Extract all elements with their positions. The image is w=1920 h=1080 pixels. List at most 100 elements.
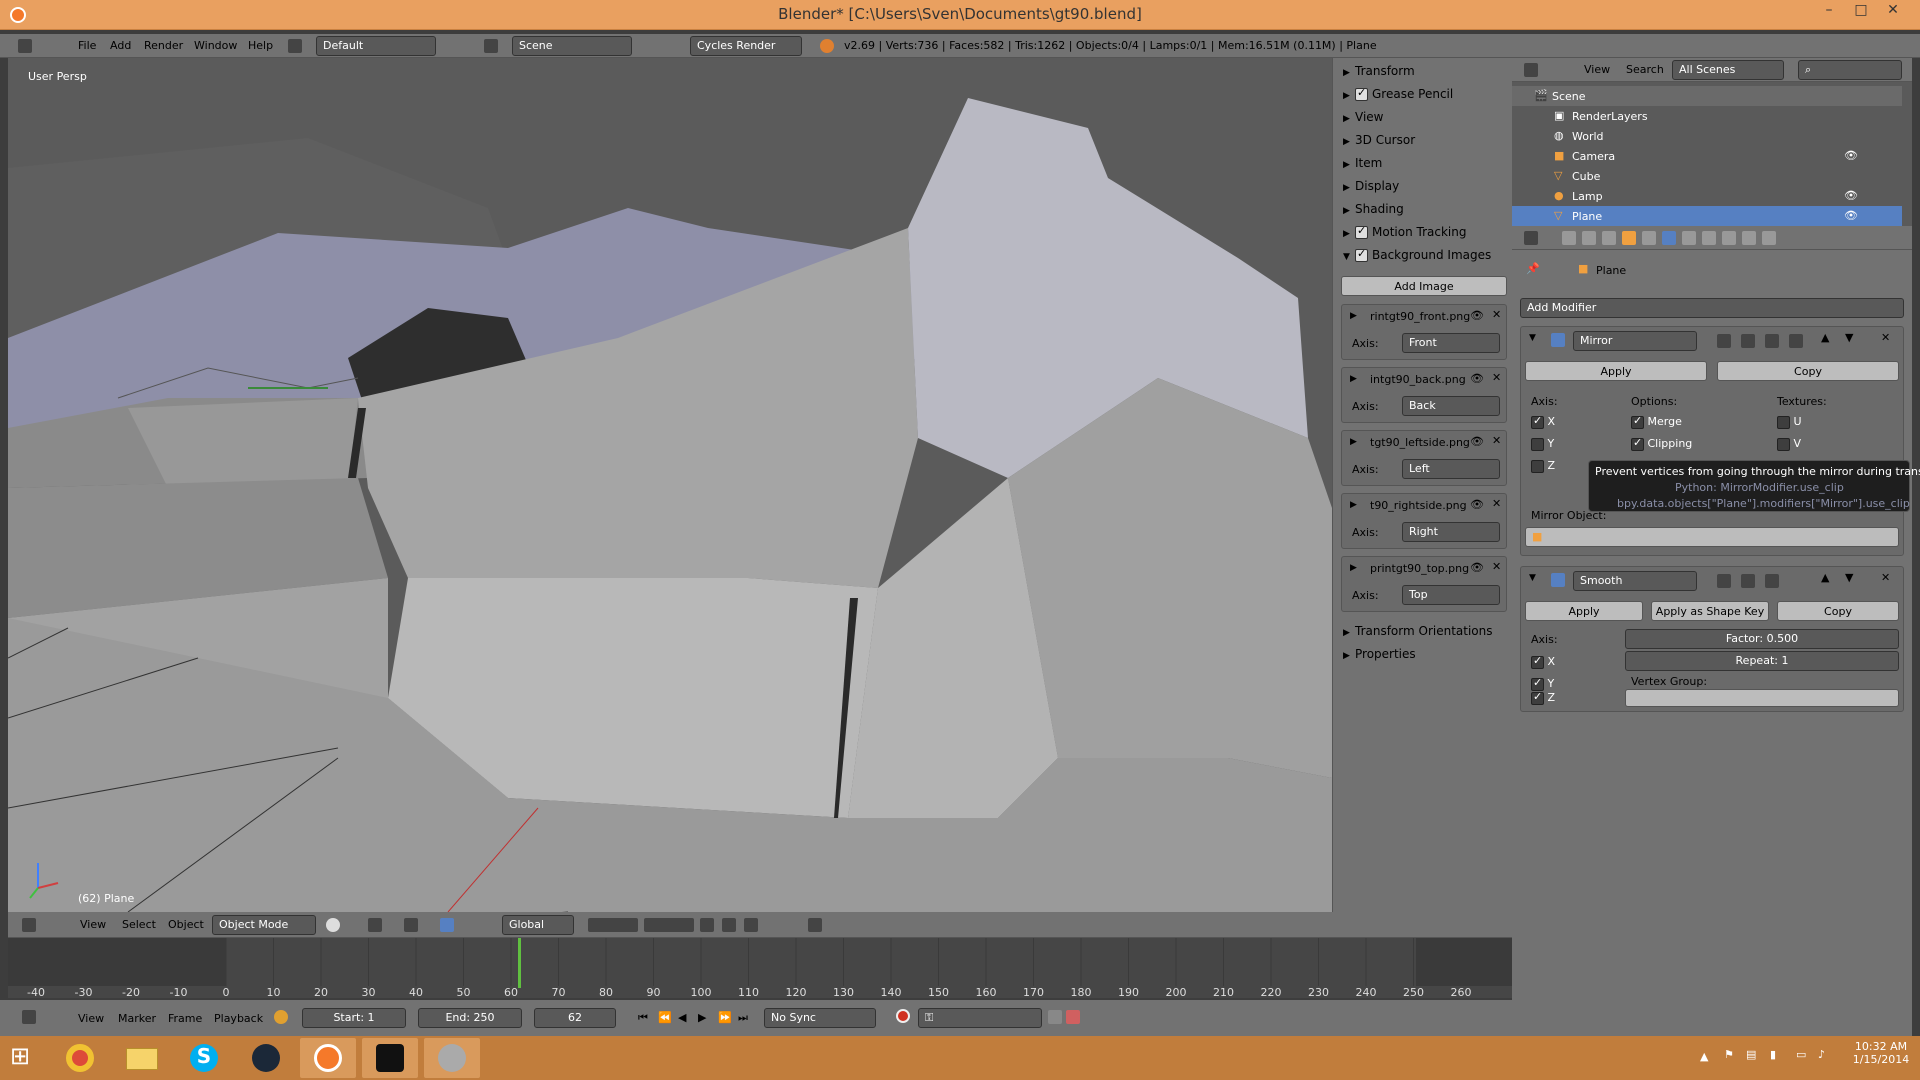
outliner-filter-select[interactable]: All Scenes	[1672, 60, 1784, 80]
expand-arrow-icon[interactable]: ▶	[1350, 500, 1357, 510]
file-explorer-icon[interactable]	[114, 1038, 170, 1078]
snap-icon[interactable]	[744, 918, 758, 932]
render-toggle-icon[interactable]	[1717, 574, 1731, 588]
layout-icon[interactable]	[288, 39, 302, 53]
axis-x-checkbox[interactable]: X	[1531, 414, 1555, 429]
object-tab-icon[interactable]	[1622, 231, 1636, 245]
outliner-search-menu[interactable]: Search	[1626, 63, 1664, 76]
app-taskbar-icon[interactable]	[424, 1038, 480, 1078]
flag-icon[interactable]: ⚑	[1724, 1048, 1734, 1061]
repeat-slider[interactable]: Repeat: 1	[1625, 651, 1899, 671]
outliner-item-lamp[interactable]: ● Lamp 👁	[1512, 186, 1902, 206]
pin-icon[interactable]: 📌	[1526, 262, 1540, 275]
texture-u-checkbox[interactable]: U	[1777, 415, 1802, 429]
record-icon[interactable]	[896, 1009, 910, 1023]
remove-modifier-icon[interactable]: ✕	[1881, 331, 1890, 344]
end-frame-field[interactable]: End: 250	[418, 1008, 522, 1028]
physics-tab-icon[interactable]	[1762, 231, 1776, 245]
axis-select[interactable]: Top	[1402, 585, 1500, 605]
outliner-item-world[interactable]: ◍ World	[1512, 126, 1902, 146]
jump-keyframe-back-icon[interactable]: ⏪	[658, 1011, 672, 1024]
layout-field[interactable]: Default	[316, 36, 436, 56]
scene-icon[interactable]	[484, 39, 498, 53]
clock[interactable]: 10:32 AM 1/15/2014	[1848, 1040, 1914, 1066]
app-taskbar-icon[interactable]	[362, 1038, 418, 1078]
layers-icon[interactable]	[644, 918, 694, 932]
panel-item[interactable]: ▶ Item	[1343, 156, 1509, 176]
preview-range-icon[interactable]	[274, 1010, 288, 1024]
viewport-toggle-icon[interactable]	[1741, 574, 1755, 588]
panel-transform[interactable]: ▶ Transform	[1343, 64, 1509, 84]
steam-icon[interactable]	[238, 1038, 294, 1078]
menu-render[interactable]: Render	[144, 39, 183, 52]
jump-keyframe-forward-icon[interactable]: ⏩	[718, 1011, 732, 1024]
playback-menu[interactable]: Playback	[214, 1012, 263, 1025]
select-menu[interactable]: Select	[122, 918, 156, 931]
chrome-icon[interactable]	[52, 1038, 108, 1078]
object-menu[interactable]: Object	[168, 918, 204, 931]
move-up-icon[interactable]: ▲	[1821, 571, 1829, 584]
delete-keyframe-icon[interactable]	[1066, 1010, 1080, 1024]
move-down-icon[interactable]: ▼	[1845, 571, 1853, 584]
blender-taskbar-icon[interactable]	[300, 1038, 356, 1078]
eye-icon[interactable]: 👁	[1470, 372, 1484, 385]
render-toggle-icon[interactable]	[1717, 334, 1731, 348]
eye-icon[interactable]: 👁	[1470, 561, 1484, 574]
eye-icon[interactable]: 👁	[1844, 189, 1858, 202]
eye-icon[interactable]: 👁	[1470, 309, 1484, 322]
axis-z-checkbox[interactable]: Z	[1531, 690, 1555, 705]
orientation-select[interactable]: Global	[502, 915, 574, 935]
panel-transform-orientations[interactable]: ▶ Transform Orientations	[1343, 624, 1509, 644]
texture-v-checkbox[interactable]: V	[1777, 437, 1801, 451]
collapse-arrow-icon[interactable]: ▼	[1529, 573, 1536, 583]
expand-arrow-icon[interactable]: ▶	[1350, 437, 1357, 447]
timeline[interactable]: -40 -30 -20 -10 0 10 20 30 40 50 60 70 80 90 100 110 120…	[8, 938, 1512, 998]
outliner-view-menu[interactable]: View	[1584, 63, 1610, 76]
axis-y-checkbox[interactable]: Y	[1531, 676, 1554, 691]
axis-x-checkbox[interactable]: X	[1531, 654, 1555, 669]
remove-icon[interactable]: ✕	[1492, 497, 1501, 510]
render-engine-select[interactable]: Cycles Render	[690, 36, 802, 56]
insert-keyframe-icon[interactable]	[1048, 1010, 1062, 1024]
cage-toggle-icon[interactable]	[1789, 334, 1803, 348]
editmode-toggle-icon[interactable]	[1765, 334, 1779, 348]
move-up-icon[interactable]: ▲	[1821, 331, 1829, 344]
mirror-apply-button[interactable]: Apply	[1525, 361, 1707, 381]
maximize-button[interactable]: □	[1846, 2, 1876, 22]
collapse-arrow-icon[interactable]: ▼	[1529, 333, 1536, 343]
eye-icon[interactable]: 👁	[1844, 149, 1858, 162]
axis-select[interactable]: Back	[1402, 396, 1500, 416]
data-tab-icon[interactable]	[1682, 231, 1696, 245]
volume-icon[interactable]: ♪	[1818, 1048, 1825, 1061]
panel-properties[interactable]: ▶ Properties	[1343, 647, 1509, 667]
remove-modifier-icon[interactable]: ✕	[1881, 571, 1890, 584]
marker-menu[interactable]: Marker	[118, 1012, 156, 1025]
scene-tab-icon[interactable]	[1582, 231, 1596, 245]
texture-tab-icon[interactable]	[1722, 231, 1736, 245]
mirror-name-field[interactable]: Mirror	[1573, 331, 1697, 351]
shading-icon[interactable]	[326, 918, 340, 932]
world-tab-icon[interactable]	[1602, 231, 1616, 245]
remove-icon[interactable]: ✕	[1492, 434, 1501, 447]
editor-type-icon[interactable]	[1524, 63, 1538, 77]
factor-slider[interactable]: Factor: 0.500	[1625, 629, 1899, 649]
render-preview-icon[interactable]	[700, 918, 714, 932]
jump-end-icon[interactable]: ⏭	[738, 1011, 748, 1025]
panel-motion-tracking[interactable]: ▶ Motion Tracking	[1343, 224, 1509, 245]
menu-file[interactable]: File	[78, 39, 96, 52]
constraints-tab-icon[interactable]	[1642, 231, 1656, 245]
viewport-toggle-icon[interactable]	[1741, 334, 1755, 348]
expand-arrow-icon[interactable]: ▶	[1350, 311, 1357, 321]
minimize-button[interactable]: –	[1814, 2, 1844, 22]
eye-icon[interactable]: 👁	[1470, 498, 1484, 511]
vertex-group-field[interactable]	[1625, 689, 1899, 707]
outliner-item-camera[interactable]: ■ Camera 👁	[1512, 146, 1902, 166]
close-window-button[interactable]: ✕	[1878, 2, 1908, 22]
motion-tracking-checkbox[interactable]	[1355, 224, 1368, 239]
keying-set-field[interactable]: ⚿	[918, 1008, 1042, 1028]
play-reverse-icon[interactable]: ◀	[678, 1011, 686, 1024]
power-icon[interactable]: ▮	[1770, 1048, 1776, 1061]
add-modifier-select[interactable]: Add Modifier	[1520, 298, 1904, 318]
axis-z-checkbox[interactable]: Z	[1531, 459, 1555, 473]
tray-expand-icon[interactable]: ▲	[1700, 1050, 1708, 1063]
